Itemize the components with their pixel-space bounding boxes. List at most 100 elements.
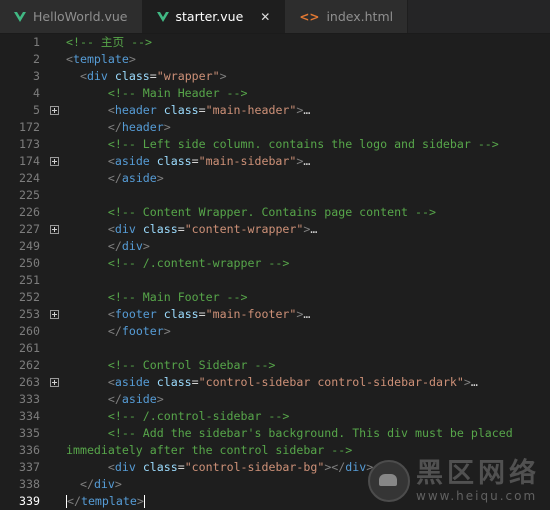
line-number: 173 (0, 136, 44, 153)
line-number: 250 (0, 255, 44, 272)
code-line[interactable]: 174 <aside class="main-sidebar">… (0, 153, 550, 170)
code-line[interactable]: 226 <!-- Content Wrapper. Contains page … (0, 204, 550, 221)
code-line[interactable]: 225 (0, 187, 550, 204)
code-line[interactable]: 335 <!-- Add the sidebar's background. T… (0, 425, 550, 442)
fold-gutter (44, 34, 64, 51)
line-number: 251 (0, 272, 44, 289)
line-number: 339 (0, 493, 44, 510)
code-line[interactable]: 261 (0, 340, 550, 357)
line-number: 336 (0, 442, 44, 459)
code-line[interactable]: 253 <footer class="main-footer">… (0, 306, 550, 323)
fold-gutter (44, 425, 64, 442)
fold-expand-icon[interactable] (44, 374, 64, 391)
code-text: <footer class="main-footer">… (64, 306, 310, 323)
code-line[interactable]: 172 </header> (0, 119, 550, 136)
vue-icon (14, 12, 26, 22)
code-line[interactable]: 336immediately after the control sidebar… (0, 442, 550, 459)
line-number: 2 (0, 51, 44, 68)
code-text: <header class="main-header">… (64, 102, 310, 119)
code-line[interactable]: 227 <div class="content-wrapper">… (0, 221, 550, 238)
line-number: 5 (0, 102, 44, 119)
fold-gutter (44, 170, 64, 187)
code-text: <aside class="main-sidebar">… (64, 153, 310, 170)
code-text: </header> (64, 119, 171, 136)
vue-icon (157, 12, 169, 22)
code-text: <!-- Main Header --> (64, 85, 248, 102)
code-text: <template> (64, 51, 136, 68)
line-number: 262 (0, 357, 44, 374)
code-line[interactable]: 2 <template> (0, 51, 550, 68)
close-icon[interactable]: ✕ (260, 10, 270, 24)
code-text: </template> (64, 493, 145, 510)
tab-label: starter.vue (176, 9, 244, 24)
fold-gutter (44, 408, 64, 425)
fold-gutter (44, 51, 64, 68)
fold-gutter (44, 289, 64, 306)
code-line[interactable]: 252 <!-- Main Footer --> (0, 289, 550, 306)
watermark: 黑区网络 www.heiqu.com (368, 459, 540, 503)
line-number: 260 (0, 323, 44, 340)
code-text: </div> (64, 476, 122, 493)
watermark-logo-icon (368, 460, 410, 502)
fold-gutter (44, 238, 64, 255)
code-text: <!-- 主页 --> (64, 34, 152, 51)
fold-gutter (44, 187, 64, 204)
tab-index-html[interactable]: <> index.html (285, 0, 408, 33)
line-number: 226 (0, 204, 44, 221)
code-text: <!-- Left side column. contains the logo… (64, 136, 499, 153)
code-text: <div class="control-sidebar-bg"></div> (64, 459, 373, 476)
html-icon: <> (299, 10, 319, 24)
code-text (64, 272, 66, 289)
code-line[interactable]: 3 <div class="wrapper"> (0, 68, 550, 85)
tab-label: index.html (326, 9, 393, 24)
line-number: 1 (0, 34, 44, 51)
fold-expand-icon[interactable] (44, 153, 64, 170)
code-text: <!-- /.content-wrapper --> (64, 255, 289, 272)
code-line[interactable]: 263 <aside class="control-sidebar contro… (0, 374, 550, 391)
line-number: 224 (0, 170, 44, 187)
fold-expand-icon[interactable] (44, 306, 64, 323)
code-line[interactable]: 249 </div> (0, 238, 550, 255)
code-line[interactable]: 333 </aside> (0, 391, 550, 408)
code-line[interactable]: 173 <!-- Left side column. contains the … (0, 136, 550, 153)
fold-gutter (44, 255, 64, 272)
code-text: <!-- Add the sidebar's background. This … (64, 425, 513, 442)
fold-gutter (44, 119, 64, 136)
fold-gutter (44, 442, 64, 459)
code-line[interactable]: 224 </aside> (0, 170, 550, 187)
fold-gutter (44, 272, 64, 289)
fold-expand-icon[interactable] (44, 102, 64, 119)
fold-gutter (44, 136, 64, 153)
line-number: 261 (0, 340, 44, 357)
code-line[interactable]: 251 (0, 272, 550, 289)
watermark-text: 黑区网络 (416, 459, 540, 489)
code-line[interactable]: 250 <!-- /.content-wrapper --> (0, 255, 550, 272)
code-line[interactable]: 5 <header class="main-header">… (0, 102, 550, 119)
code-text: </footer> (64, 323, 171, 340)
line-number: 174 (0, 153, 44, 170)
fold-expand-icon[interactable] (44, 221, 64, 238)
code-line[interactable]: 1 <!-- 主页 --> (0, 34, 550, 51)
code-text (64, 340, 66, 357)
code-text: </div> (64, 238, 150, 255)
code-line[interactable]: 334 <!-- /.control-sidebar --> (0, 408, 550, 425)
code-text: <div class="content-wrapper">… (64, 221, 317, 238)
code-text: <!-- Content Wrapper. Contains page cont… (64, 204, 436, 221)
tab-helloworld-vue[interactable]: HelloWorld.vue (0, 0, 143, 33)
line-number: 335 (0, 425, 44, 442)
fold-gutter (44, 340, 64, 357)
tab-starter-vue[interactable]: starter.vue ✕ (143, 0, 286, 33)
code-text: <!-- /.control-sidebar --> (64, 408, 289, 425)
code-text: <aside class="control-sidebar control-si… (64, 374, 478, 391)
fold-gutter (44, 459, 64, 476)
code-editor[interactable]: 1 <!-- 主页 --> 2 <template>3 <div class="wra… (0, 34, 550, 510)
line-number: 172 (0, 119, 44, 136)
line-number: 225 (0, 187, 44, 204)
code-line[interactable]: 262 <!-- Control Sidebar --> (0, 357, 550, 374)
code-line[interactable]: 260 </footer> (0, 323, 550, 340)
line-number: 333 (0, 391, 44, 408)
code-line[interactable]: 4 <!-- Main Header --> (0, 85, 550, 102)
watermark-url: www.heiqu.com (416, 489, 537, 503)
line-number: 253 (0, 306, 44, 323)
line-number: 227 (0, 221, 44, 238)
